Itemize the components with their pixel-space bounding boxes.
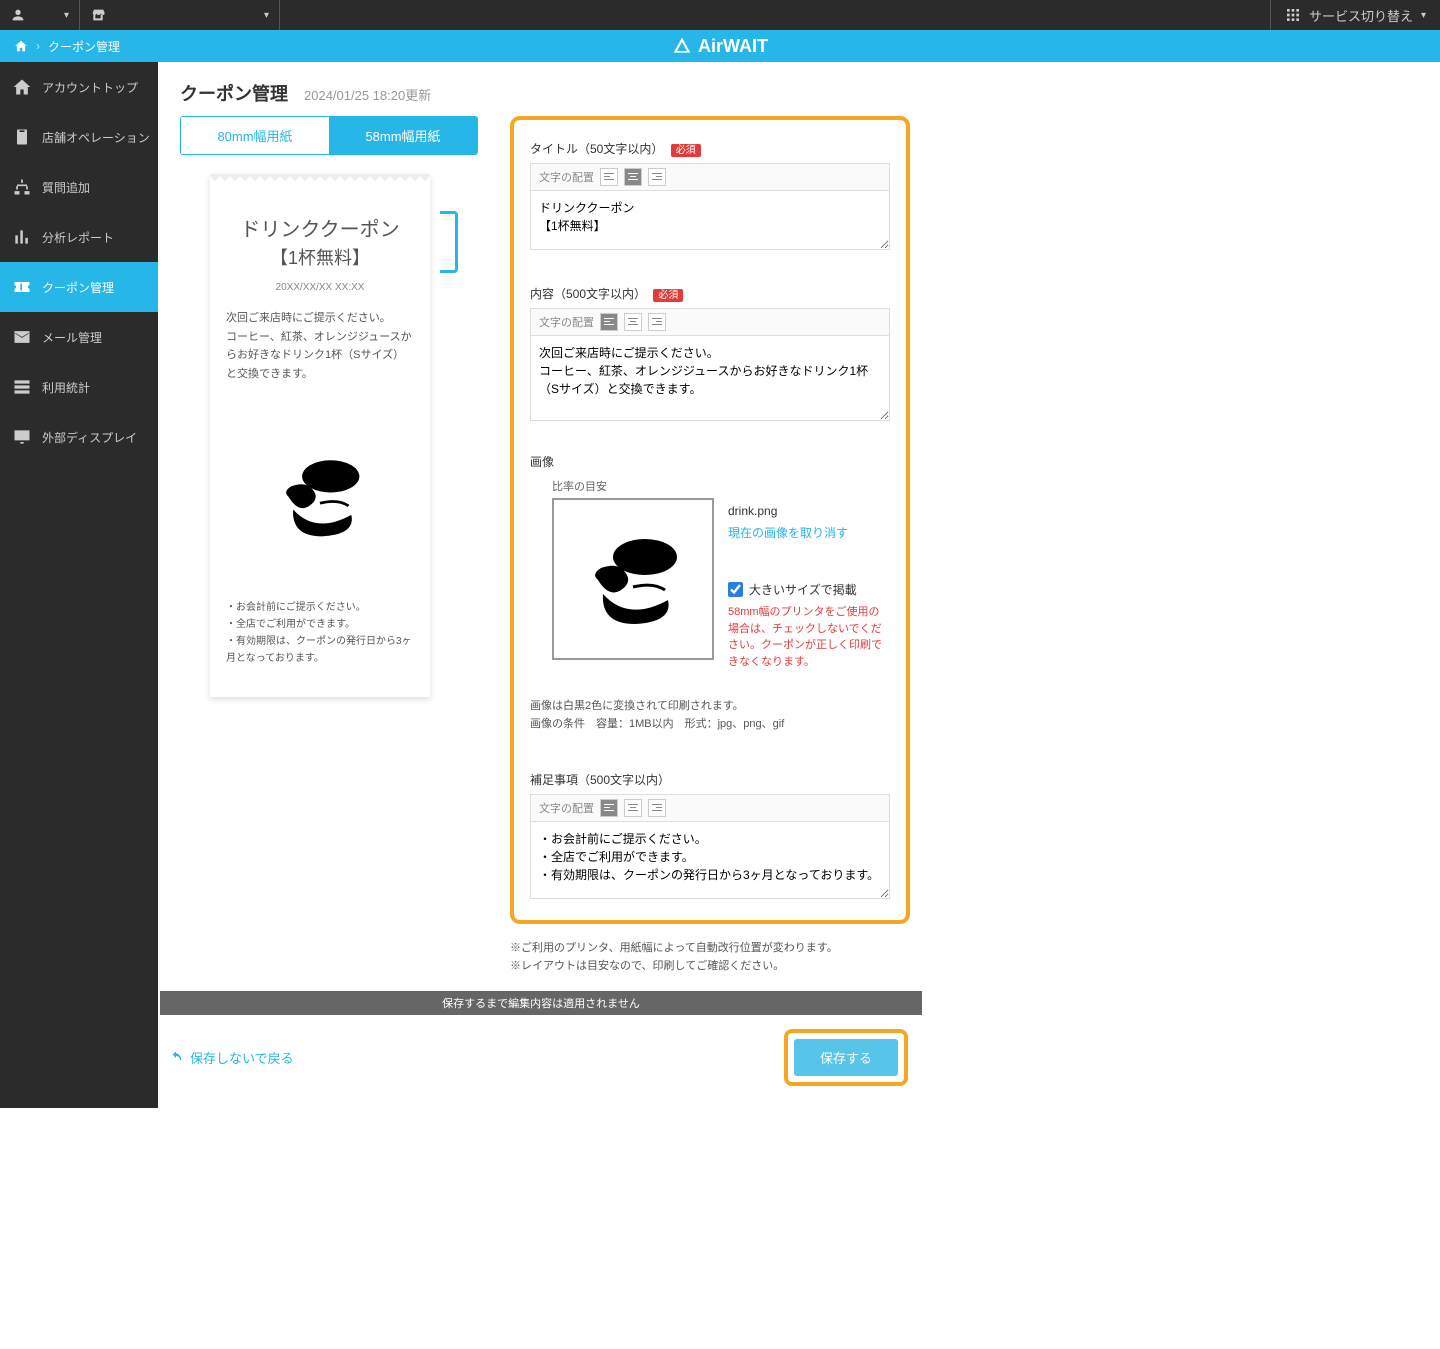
sidebar-item-mail[interactable]: メール管理 <box>0 312 158 362</box>
align-left-button[interactable] <box>600 313 618 331</box>
notes-input[interactable] <box>530 821 890 899</box>
preview-subtitle: 【1杯無料】 <box>226 244 414 270</box>
user-menu[interactable]: ▾ <box>0 0 80 30</box>
tab-58mm[interactable]: 58mm幅用紙 <box>329 117 477 154</box>
monitor-icon <box>12 427 32 447</box>
sidebar-item-label: 店舗オペレーション <box>42 129 150 146</box>
home-icon <box>12 77 32 97</box>
sidebar-item-analytics[interactable]: 分析レポート <box>0 212 158 262</box>
save-button-highlight: 保存する <box>784 1029 908 1086</box>
align-left-button[interactable] <box>600 168 618 186</box>
service-switcher[interactable]: サービス切り替え ▾ <box>1270 0 1440 30</box>
content-input[interactable] <box>530 335 890 421</box>
save-button[interactable]: 保存する <box>794 1039 898 1076</box>
service-switch-label: サービス切り替え <box>1309 6 1413 25</box>
store-menu[interactable]: ▾ <box>80 0 280 30</box>
sidebar-item-external-display[interactable]: 外部ディスプレイ <box>0 412 158 462</box>
preview-notes: ・お会計前にご提示ください。 ・全店でご利用ができます。 ・有効期限は、クーポン… <box>226 599 414 667</box>
chevron-down-icon: ▾ <box>264 10 269 21</box>
page-timestamp: 2024/01/25 18:20更新 <box>304 85 431 104</box>
global-topbar: ▾ ▾ サービス切り替え ▾ <box>0 0 1440 30</box>
app-name: AirWAIT <box>698 36 768 57</box>
image-field-label: 画像 <box>530 453 890 470</box>
title-field-label: タイトル（50文字以内） 必須 <box>530 140 890 157</box>
coffee-cup-icon <box>573 532 693 627</box>
back-without-save-link[interactable]: 保存しないで戻る <box>160 1048 294 1067</box>
notes-align-toolbar: 文字の配置 <box>530 794 890 821</box>
align-label: 文字の配置 <box>539 800 594 816</box>
chevron-down-icon: ▾ <box>1421 10 1426 21</box>
coupon-preview: ドリンククーポン 【1杯無料】 20XX/XX/XX XX:XX 次回ご来店時に… <box>210 175 430 697</box>
logo-icon <box>672 36 692 56</box>
content-field-label: 内容（500文字以内） 必須 <box>530 285 890 302</box>
sidebar-item-store-operation[interactable]: 店舗オペレーション <box>0 112 158 162</box>
content-align-toolbar: 文字の配置 <box>530 308 890 335</box>
large-size-label: 大きいサイズで掲載 <box>749 581 857 598</box>
home-icon[interactable] <box>14 39 28 53</box>
chart-icon <box>12 227 32 247</box>
ratio-label: 比率の目安 <box>552 478 890 494</box>
table-icon <box>12 377 32 397</box>
title-align-toolbar: 文字の配置 <box>530 163 890 190</box>
grid-icon <box>1285 7 1301 23</box>
preview-title: ドリンククーポン <box>226 213 414 242</box>
unsaved-warning-bar: 保存するまで編集内容は適用されません <box>160 991 922 1015</box>
layout-footer-notes: ※ご利用のプリンタ、用紙幅によって自動改行位置が変わります。 ※レイアウトは目安… <box>510 940 910 975</box>
sidebar-item-coupon[interactable]: クーポン管理 <box>0 262 158 312</box>
mail-icon <box>12 327 32 347</box>
preview-image <box>226 454 414 539</box>
sidebar-item-label: 利用統計 <box>42 379 90 396</box>
sidebar-item-usage-stats[interactable]: 利用統計 <box>0 362 158 412</box>
sidebar-item-label: アカウントトップ <box>42 79 138 96</box>
align-left-button[interactable] <box>600 799 618 817</box>
sidebar-item-label: クーポン管理 <box>42 279 114 296</box>
preview-body: 次回ご来店時にご提示ください。 コーヒー、紅茶、オレンジジュースからお好きなドリ… <box>226 309 414 384</box>
align-right-button[interactable] <box>648 799 666 817</box>
undo-icon <box>168 1050 184 1066</box>
large-size-checkbox[interactable] <box>728 582 743 597</box>
breadcrumb-current: クーポン管理 <box>48 38 120 55</box>
align-label: 文字の配置 <box>539 169 594 185</box>
app-logo: AirWAIT <box>672 36 768 57</box>
preview-date: 20XX/XX/XX XX:XX <box>226 282 414 293</box>
main-content: クーポン管理 2024/01/25 18:20更新 80mm幅用紙 58mm幅用… <box>158 62 1136 1108</box>
chevron-right-icon: › <box>36 39 40 53</box>
required-badge: 必須 <box>653 289 683 302</box>
ticket-icon <box>12 277 32 297</box>
align-right-button[interactable] <box>648 168 666 186</box>
sidebar-item-label: 外部ディスプレイ <box>42 429 137 446</box>
align-label: 文字の配置 <box>539 314 594 330</box>
user-icon <box>10 7 26 23</box>
sidebar-item-account-top[interactable]: アカウントトップ <box>0 62 158 112</box>
cancel-image-link[interactable]: 現在の画像を取り消す <box>728 524 890 541</box>
sidebar: アカウントトップ 店舗オペレーション 質問追加 分析レポート クーポン管理 メー… <box>0 62 158 1108</box>
title-input[interactable] <box>530 190 890 250</box>
hierarchy-icon <box>12 177 32 197</box>
clipboard-icon <box>12 127 32 147</box>
image-preview-box <box>552 498 714 660</box>
notes-field-label: 補足事項（500文字以内） <box>530 771 890 788</box>
required-badge: 必須 <box>671 144 701 157</box>
align-center-button[interactable] <box>624 799 642 817</box>
coffee-cup-icon <box>265 454 375 539</box>
form-highlighted-area: タイトル（50文字以内） 必須 文字の配置 内容（500文字以内） <box>510 116 910 924</box>
bracket-decoration <box>440 211 458 273</box>
sidebar-item-label: メール管理 <box>42 329 102 346</box>
tab-80mm[interactable]: 80mm幅用紙 <box>181 117 329 154</box>
align-center-button[interactable] <box>624 313 642 331</box>
chevron-down-icon: ▾ <box>64 10 69 21</box>
large-size-warning: 58mm幅のプリンタをご使用の場合は、チェックしないでください。クーポンが正しく… <box>728 604 890 670</box>
align-right-button[interactable] <box>648 313 666 331</box>
sidebar-item-label: 質問追加 <box>42 179 90 196</box>
sidebar-item-question[interactable]: 質問追加 <box>0 162 158 212</box>
store-icon <box>90 7 106 23</box>
image-hints: 画像は白黒2色に変換されて印刷されます。 画像の条件 容量：1MB以内 形式：j… <box>530 698 890 733</box>
align-center-button[interactable] <box>624 168 642 186</box>
blue-header: › クーポン管理 AirWAIT <box>0 30 1440 62</box>
sidebar-item-label: 分析レポート <box>42 229 114 246</box>
paper-width-tabs: 80mm幅用紙 58mm幅用紙 <box>180 116 478 155</box>
breadcrumb: › クーポン管理 <box>0 38 120 55</box>
image-filename: drink.png <box>728 504 890 518</box>
page-title: クーポン管理 <box>180 80 288 106</box>
